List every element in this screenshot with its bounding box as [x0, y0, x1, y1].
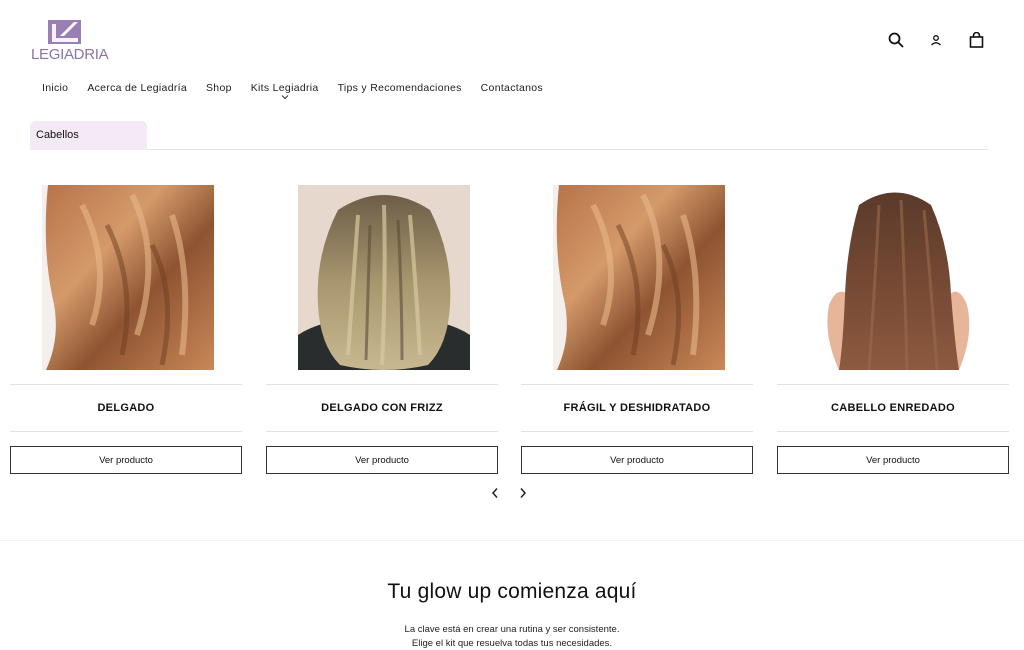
nav-item-tips[interactable]: Tips y Recomendaciones: [338, 82, 462, 94]
nav-item-contacto[interactable]: Contactanos: [481, 82, 543, 94]
view-product-button[interactable]: Ver producto: [777, 446, 1009, 474]
main-nav: Inicio Acerca de Legiadría Shop Kits Leg…: [42, 82, 562, 100]
account-icon[interactable]: [926, 30, 946, 50]
product-image[interactable]: [809, 185, 981, 370]
tab-cabellos[interactable]: Cabellos: [30, 121, 147, 150]
site-header: LEGIADRIA Inicio Acerca de Legiadría Sho…: [0, 0, 1024, 110]
product-title[interactable]: DELGADO CON FRIZZ: [266, 402, 498, 414]
hero-subtitle: La clave está en crear una rutina y ser …: [0, 623, 1024, 650]
chevron-right-icon[interactable]: [517, 486, 529, 500]
product-image[interactable]: [298, 185, 470, 370]
product-image[interactable]: [553, 185, 725, 370]
product-title[interactable]: DELGADO: [10, 402, 242, 414]
view-product-button[interactable]: Ver producto: [266, 446, 498, 474]
logo-mark-icon: [48, 20, 81, 44]
brand-logo[interactable]: LEGIADRIA: [31, 18, 109, 64]
product-card: FRÁGIL Y DESHIDRATADO Ver producto: [521, 185, 753, 480]
hero-title: Tu glow up comienza aquí: [387, 580, 637, 603]
section-divider: [0, 540, 1024, 541]
card-divider: [777, 431, 1009, 432]
card-divider: [266, 431, 498, 432]
nav-item-kits[interactable]: Kits Legiadria: [250, 82, 319, 100]
card-divider: [266, 384, 498, 385]
card-divider: [10, 384, 242, 385]
product-card: DELGADO Ver producto: [10, 185, 242, 480]
nav-item-shop[interactable]: Shop: [206, 82, 232, 94]
card-divider: [777, 384, 1009, 385]
view-product-button[interactable]: Ver producto: [10, 446, 242, 474]
product-title[interactable]: CABELLO ENREDADO: [777, 402, 1009, 414]
chevron-left-icon[interactable]: [489, 486, 501, 500]
product-title[interactable]: FRÁGIL Y DESHIDRATADO: [521, 402, 753, 414]
search-icon[interactable]: [886, 30, 906, 50]
nav-item-kits-label: Kits Legiadria: [250, 82, 319, 94]
chevron-down-icon: [281, 95, 288, 100]
cart-icon[interactable]: [966, 30, 986, 50]
product-carousel: DELGADO Ver producto DELGADO CON FRIZZ V…: [10, 185, 1010, 480]
product-card: CABELLO ENREDADO Ver producto: [777, 185, 1009, 480]
product-image[interactable]: [42, 185, 214, 370]
card-divider: [10, 431, 242, 432]
card-divider: [521, 384, 753, 385]
nav-item-acerca[interactable]: Acerca de Legiadría: [87, 82, 187, 94]
card-divider: [521, 431, 753, 432]
carousel-controls: [489, 486, 529, 500]
logo-text: LEGIADRIA: [31, 46, 109, 63]
view-product-button[interactable]: Ver producto: [521, 446, 753, 474]
hero-subtitle-line: La clave está en crear una rutina y ser …: [404, 624, 620, 635]
nav-item-inicio[interactable]: Inicio: [42, 82, 68, 94]
header-actions: [886, 30, 986, 50]
hero-subtitle-line: Elige el kit que resuelva todas tus nece…: [411, 638, 613, 649]
product-card: DELGADO CON FRIZZ Ver producto: [266, 185, 498, 480]
category-tabs: Cabellos: [30, 121, 988, 150]
